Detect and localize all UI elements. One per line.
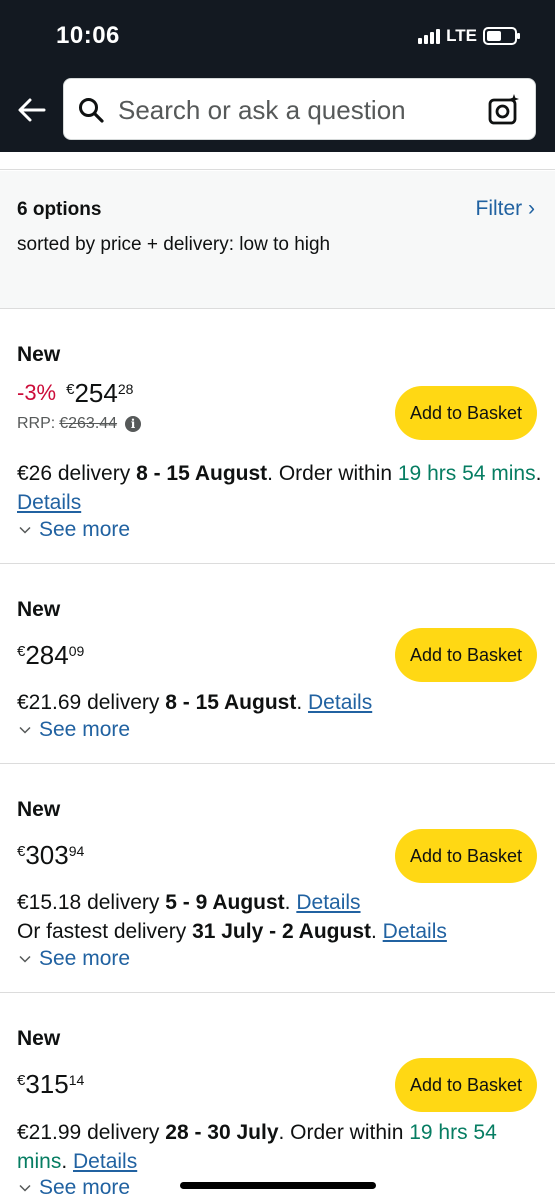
condition-label: New — [17, 1027, 61, 1050]
status-indicators: LTE — [418, 26, 520, 46]
price-currency: € — [66, 381, 75, 398]
add-to-basket-button[interactable]: Add to Basket — [395, 829, 537, 883]
see-more-label: See more — [39, 1176, 131, 1199]
add-to-basket-button[interactable]: Add to Basket — [395, 386, 537, 440]
add-to-basket-button[interactable]: Add to Basket — [395, 628, 537, 682]
status-bar: 10:06 LTE — [0, 0, 555, 76]
price: € 303 94 — [17, 841, 84, 869]
offer-card: New € 303 94 Add to Basket €15.18 delive… — [0, 764, 555, 993]
price-whole: 284 — [25, 640, 69, 670]
price-whole: 315 — [25, 1069, 69, 1099]
delivery-info: €15.18 delivery 5 - 9 August. Details Or … — [17, 891, 447, 943]
order-within-label: . Order within — [278, 1121, 410, 1144]
options-count: 6 options — [17, 199, 102, 220]
details-link[interactable]: Details — [17, 491, 81, 514]
chevron-down-icon — [19, 955, 31, 963]
offer-card: New -3% € 254 28 RRP: €263.44 i Add to B… — [0, 309, 555, 564]
price: -3% € 254 28 — [17, 379, 133, 407]
delivery-info: €26 delivery 8 - 15 August. Order within… — [17, 462, 542, 514]
rrp-label: RRP: — [17, 415, 56, 432]
status-time: 10:06 — [56, 22, 120, 49]
see-more-label: See more — [39, 947, 131, 970]
order-within-label: . Order within — [267, 462, 398, 485]
fastest-delivery-label: Or fastest delivery — [17, 920, 193, 943]
delivery-cost: €21.99 delivery — [17, 1121, 166, 1144]
price-fraction: 94 — [68, 843, 85, 859]
back-arrow-icon[interactable] — [16, 94, 48, 126]
divider — [0, 152, 555, 170]
offer-card: New € 284 09 Add to Basket €21.69 delive… — [0, 564, 555, 764]
add-to-basket-button[interactable]: Add to Basket — [395, 1058, 537, 1112]
condition-label: New — [17, 598, 61, 621]
see-more-label: See more — [39, 518, 131, 541]
chevron-down-icon — [19, 526, 31, 534]
signal-icon — [418, 28, 441, 44]
condition-label: New — [17, 343, 61, 366]
delivery-dates: 8 - 15 August — [136, 462, 268, 485]
delivery-dates: 28 - 30 July — [165, 1121, 279, 1144]
sort-description: sorted by price + delivery: low to high — [17, 234, 331, 255]
network-label: LTE — [446, 26, 477, 45]
discount-badge: -3% — [17, 380, 57, 405]
delivery-cost: €21.69 delivery — [17, 691, 166, 714]
search-header — [0, 76, 555, 152]
condition-label: New — [17, 798, 61, 821]
offer-card: New € 315 14 Add to Basket €21.99 delive… — [0, 993, 555, 1200]
fastest-details-link[interactable]: Details — [383, 920, 447, 943]
delivery-info: €21.69 delivery 8 - 15 August. Details — [17, 691, 373, 714]
delivery-cost: €26 delivery — [17, 462, 137, 485]
price-currency: € — [17, 1072, 26, 1089]
search-icon — [79, 98, 104, 123]
search-input[interactable] — [118, 93, 478, 127]
see-more-link[interactable]: See more — [19, 718, 130, 742]
price-fraction: 28 — [117, 381, 134, 397]
home-indicator[interactable] — [180, 1182, 376, 1189]
fastest-delivery-dates: 31 July - 2 August — [192, 920, 371, 943]
price-whole: 303 — [25, 840, 69, 870]
order-within-time: 19 hrs 54 mins — [397, 462, 536, 485]
delivery-dates: 5 - 9 August — [165, 891, 285, 914]
price-currency: € — [17, 643, 26, 660]
delivery-cost: €15.18 delivery — [17, 891, 166, 914]
price: € 315 14 — [17, 1070, 84, 1098]
see-more-label: See more — [39, 718, 131, 741]
info-icon[interactable]: i — [125, 416, 142, 432]
chevron-down-icon — [19, 726, 31, 734]
battery-icon — [483, 27, 520, 45]
see-more-link[interactable]: See more — [19, 1176, 130, 1200]
price: € 284 09 — [17, 641, 84, 669]
rrp-value: €263.44 — [59, 415, 118, 432]
price-fraction: 14 — [68, 1072, 85, 1088]
chevron-down-icon — [19, 1184, 31, 1192]
details-link[interactable]: Details — [296, 891, 360, 914]
price-fraction: 09 — [68, 643, 85, 659]
details-link[interactable]: Details — [308, 691, 372, 714]
see-more-link[interactable]: See more — [19, 947, 130, 971]
rrp: RRP: €263.44 i — [17, 415, 142, 433]
search-box[interactable] — [63, 78, 536, 140]
see-more-link[interactable]: See more — [19, 518, 130, 542]
delivery-dates: 8 - 15 August — [165, 691, 297, 714]
price-currency: € — [17, 843, 26, 860]
filter-link[interactable]: Filter › — [476, 197, 536, 221]
camera-icon[interactable] — [487, 93, 521, 127]
price-whole: 254 — [74, 378, 118, 408]
details-link[interactable]: Details — [73, 1150, 137, 1173]
results-summary: 6 options sorted by price + delivery: lo… — [0, 171, 555, 309]
delivery-info: €21.99 delivery 28 - 30 July. Order with… — [17, 1121, 497, 1173]
